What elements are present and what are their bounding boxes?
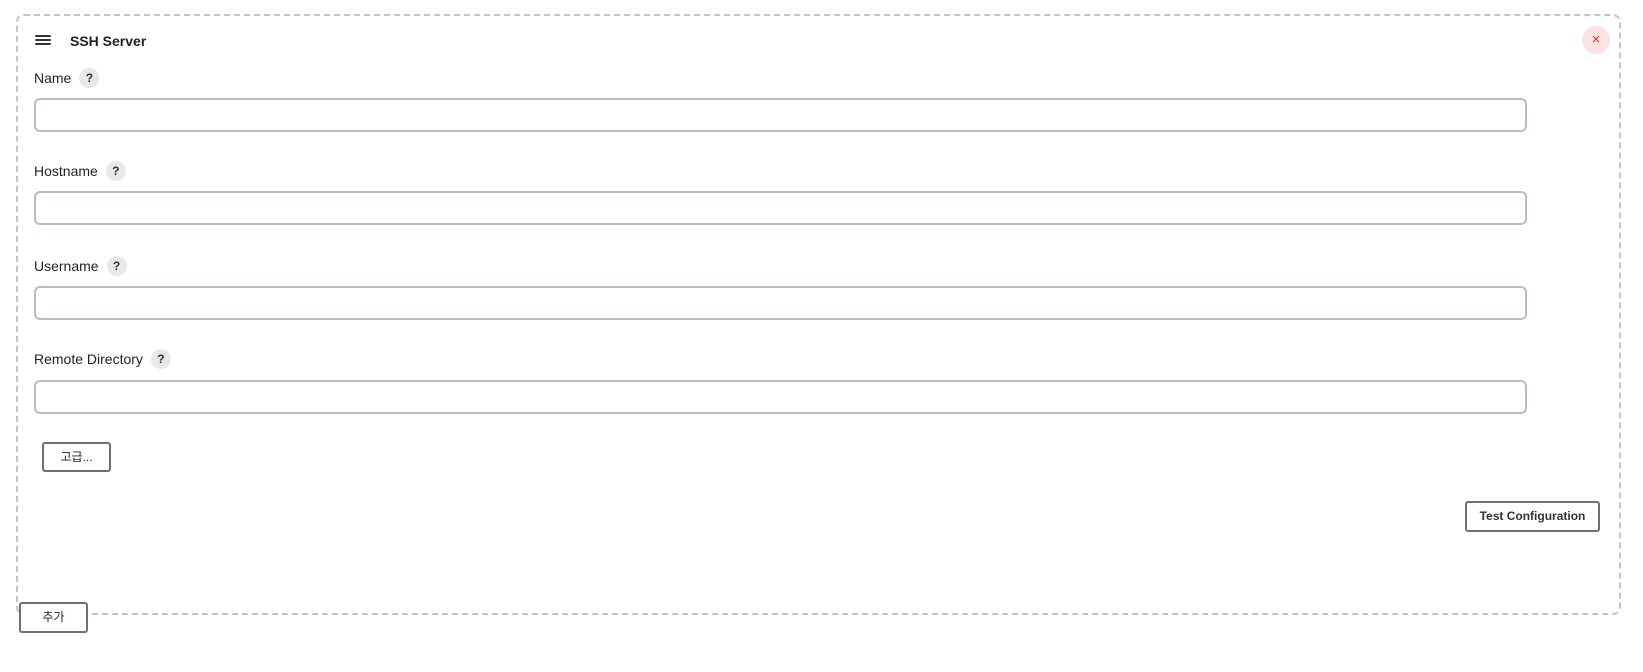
test-configuration-button[interactable]: Test Configuration [1465,501,1600,532]
name-label: Name [34,70,72,86]
panel-title: SSH Server [70,33,147,49]
ssh-server-panel: SSH Server × Name ? Hostname ? Username … [16,14,1621,615]
name-label-row: Name ? [34,68,100,88]
username-label-row: Username ? [34,256,127,276]
hostname-label-row: Hostname ? [34,161,126,181]
hostname-help-icon[interactable]: ? [105,161,126,181]
advanced-button[interactable]: 고급... [42,442,111,472]
hostname-label: Hostname [34,163,98,179]
name-help-icon[interactable]: ? [79,68,100,88]
name-input[interactable] [34,98,1527,132]
remote-directory-help-icon[interactable]: ? [150,349,171,369]
remote-directory-label: Remote Directory [34,351,143,367]
username-input[interactable] [34,286,1527,320]
close-icon[interactable]: × [1582,26,1610,54]
remote-directory-input[interactable] [34,380,1527,414]
username-label: Username [34,258,99,274]
add-button[interactable]: 추가 [19,602,88,633]
hostname-input[interactable] [34,191,1527,225]
remote-directory-label-row: Remote Directory ? [34,349,171,369]
username-help-icon[interactable]: ? [106,256,127,276]
drag-handle-icon[interactable] [35,34,51,46]
